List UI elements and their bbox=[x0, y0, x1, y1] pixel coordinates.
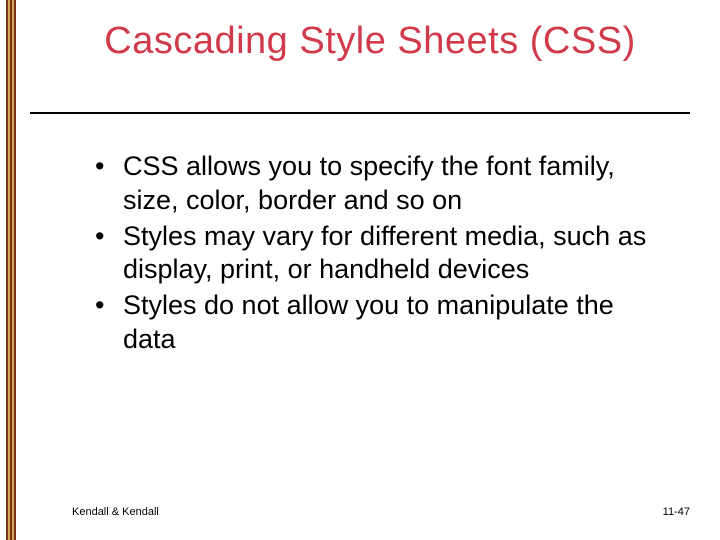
list-item: CSS allows you to specify the font famil… bbox=[95, 150, 660, 218]
list-item: Styles do not allow you to manipulate th… bbox=[95, 289, 660, 357]
bullet-list: CSS allows you to specify the font famil… bbox=[95, 150, 660, 357]
list-item: Styles may vary for different media, suc… bbox=[95, 220, 660, 288]
slide-container: Cascading Style Sheets (CSS) CSS allows … bbox=[0, 0, 720, 540]
footer-page-number: 11-47 bbox=[663, 506, 690, 518]
slide-title: Cascading Style Sheets (CSS) bbox=[60, 20, 680, 63]
footer-author: Kendall & Kendall bbox=[72, 506, 159, 518]
slide-content: CSS allows you to specify the font famil… bbox=[95, 150, 660, 359]
horizontal-rule bbox=[30, 112, 690, 114]
